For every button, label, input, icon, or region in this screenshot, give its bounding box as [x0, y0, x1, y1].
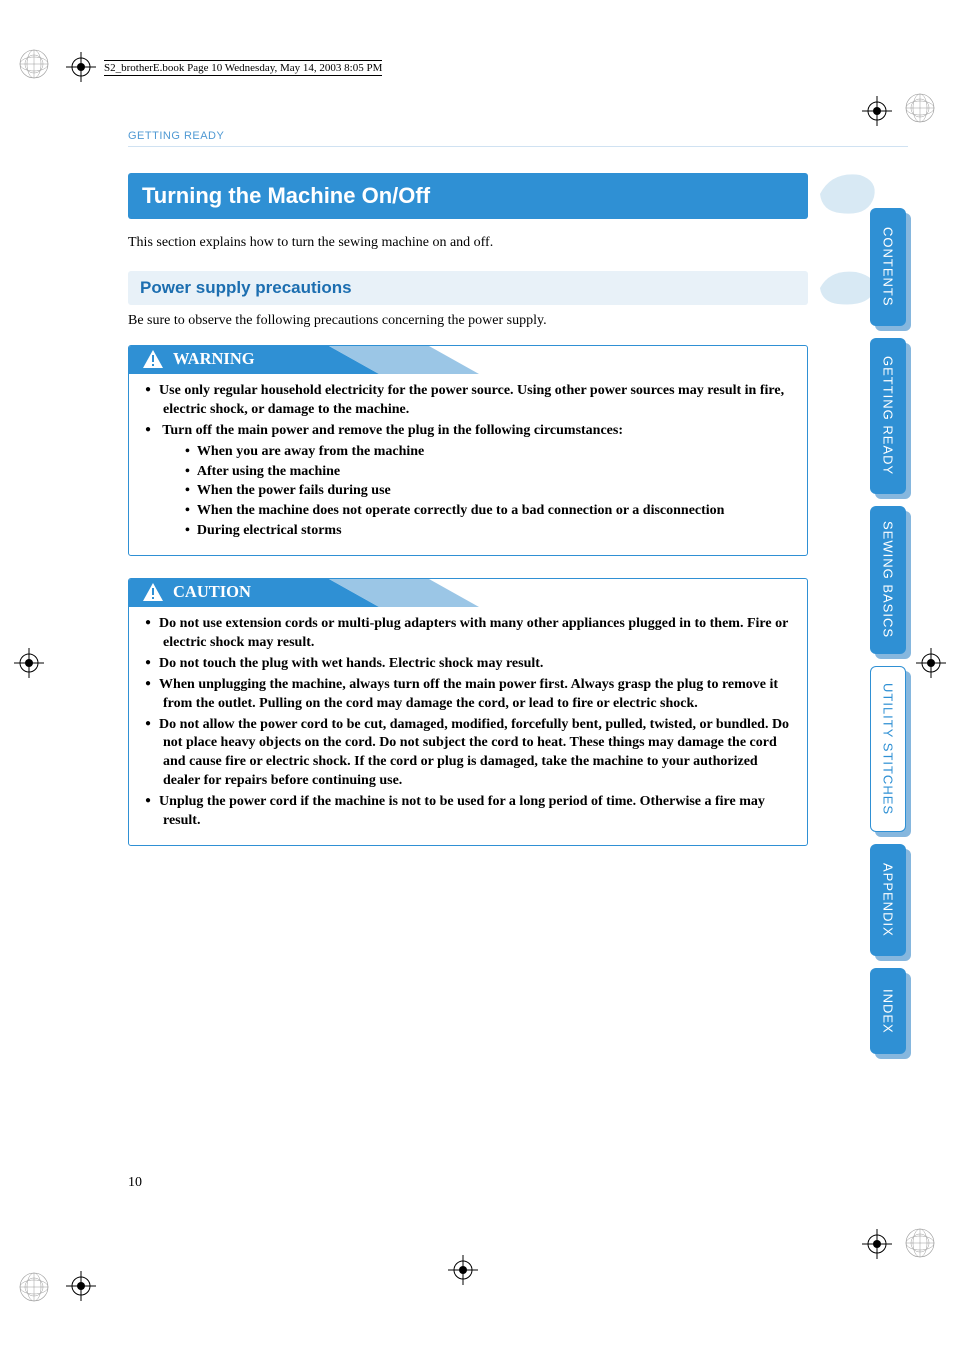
warning-label: WARNING — [173, 349, 255, 369]
crosshair-mark-icon — [862, 96, 892, 126]
tab-label: GETTING READY — [881, 342, 896, 489]
caution-item: When unplugging the machine, always turn… — [145, 676, 791, 714]
tab-label: SEWING BASICS — [881, 507, 896, 652]
crosshair-mark-icon — [66, 52, 96, 82]
registration-globe-tl-icon — [18, 48, 50, 80]
tab-label: UTILITY STITCHES — [881, 669, 896, 829]
warning-item: Turn off the main power and remove the p… — [145, 422, 791, 541]
registration-globe-tr-icon — [904, 92, 936, 124]
caution-item: Do not touch the plug with wet hands. El… — [145, 655, 791, 674]
caution-item: Unplug the power cord if the machine is … — [145, 793, 791, 831]
crosshair-mark-icon — [862, 1229, 892, 1259]
divider — [128, 146, 908, 147]
tab-label: APPENDIX — [881, 849, 896, 951]
section-tab[interactable]: UTILITY STITCHES — [870, 666, 906, 832]
section-tab[interactable]: CONTENTS — [870, 208, 906, 326]
registration-globe-bl-icon — [18, 1271, 50, 1303]
section-tabs: CONTENTS GETTING READY SEWING BASICS UTI… — [870, 208, 906, 1066]
warning-item: Use only regular household electricity f… — [145, 382, 791, 420]
section-breadcrumb: GETTING READY — [128, 130, 808, 142]
subheading: Power supply precautions — [128, 271, 808, 305]
crosshair-mark-icon — [66, 1271, 96, 1301]
registration-globe-br-icon — [904, 1227, 936, 1259]
warning-subitem: During electrical storms — [185, 522, 791, 541]
warning-box: WARNING Use only regular household elect… — [128, 345, 808, 556]
section-tab[interactable]: GETTING READY — [870, 338, 906, 494]
warning-subitem: When the power fails during use — [185, 482, 791, 501]
warning-subitem: When the machine does not operate correc… — [185, 502, 791, 521]
section-tab[interactable]: APPENDIX — [870, 844, 906, 956]
caution-item: Do not use extension cords or multi-plug… — [145, 615, 791, 653]
warning-subitem: After using the machine — [185, 463, 791, 482]
page-number: 10 — [128, 1175, 142, 1191]
crosshair-mark-icon — [916, 648, 946, 678]
sub-intro-text: Be sure to observe the following precaut… — [128, 313, 808, 329]
section-tab[interactable]: INDEX — [870, 968, 906, 1054]
crosshair-mark-icon — [448, 1255, 478, 1285]
tab-label: INDEX — [881, 975, 896, 1048]
caution-item: Do not allow the power cord to be cut, d… — [145, 716, 791, 792]
section-tab[interactable]: SEWING BASICS — [870, 506, 906, 654]
caution-body: Do not use extension cords or multi-plug… — [129, 607, 807, 845]
caution-box: CAUTION Do not use extension cords or mu… — [128, 578, 808, 846]
caution-label: CAUTION — [173, 582, 251, 602]
tab-label: CONTENTS — [881, 213, 896, 321]
warning-body: Use only regular household electricity f… — [129, 374, 807, 555]
page-content: GETTING READY Turning the Machine On/Off… — [128, 130, 808, 868]
warning-item-text: Turn off the main power and remove the p… — [162, 423, 623, 438]
warning-subitem: When you are away from the machine — [185, 443, 791, 462]
page-title: Turning the Machine On/Off — [128, 173, 808, 219]
running-header: S2_brotherE.book Page 10 Wednesday, May … — [104, 60, 382, 76]
intro-text: This section explains how to turn the se… — [128, 235, 808, 251]
crosshair-mark-icon — [14, 648, 44, 678]
